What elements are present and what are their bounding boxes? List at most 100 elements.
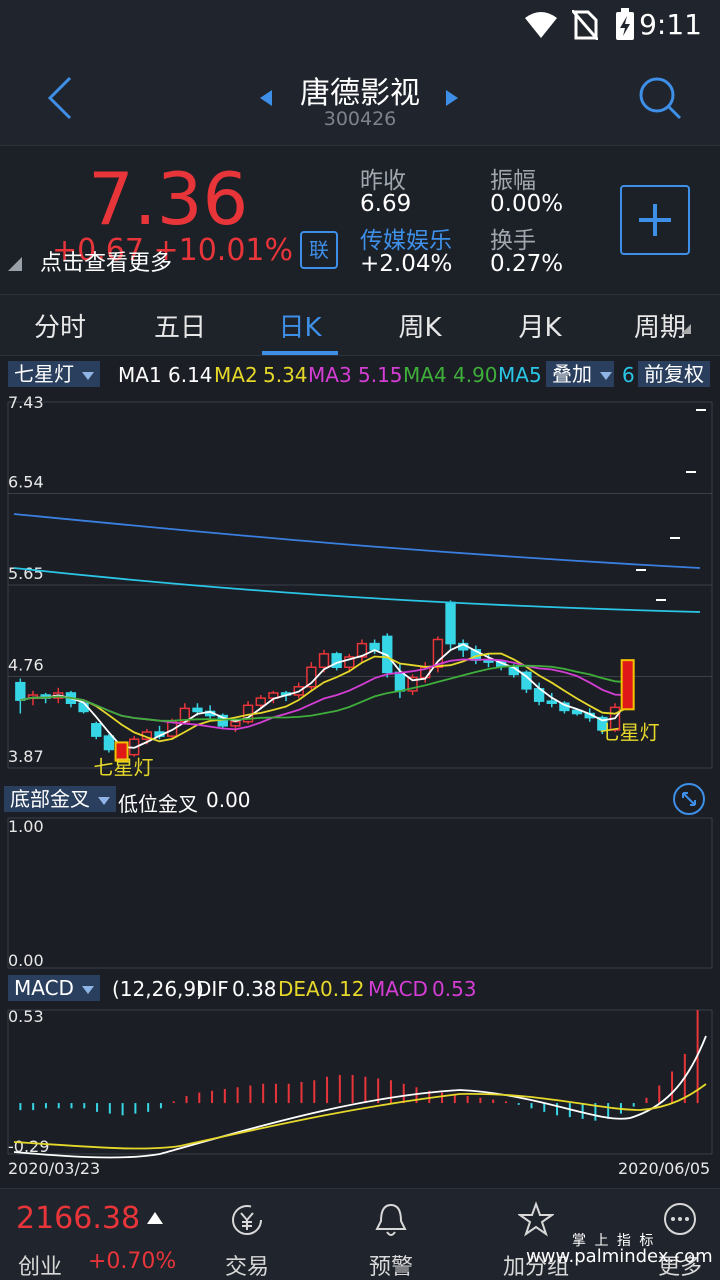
macd-params: (12,26,9) (112, 977, 204, 1001)
turnover-label: 换手 (490, 228, 536, 254)
y-tick-label: 3.87 (8, 747, 44, 766)
tab-intraday[interactable]: 分时 (0, 307, 120, 344)
nav-alert[interactable]: 预警 (341, 1249, 441, 1280)
amplitude-label: 振幅 (490, 168, 536, 194)
overlay-dropdown[interactable]: 叠加 (546, 361, 614, 387)
dropdown-arrow-icon (81, 985, 94, 994)
candle (394, 671, 406, 692)
main-indicator-name: 七星灯 (14, 362, 74, 386)
dif-value: 0.38 (232, 977, 277, 1001)
main-indicator-bar: 七星灯 MA1 6.14 MA2 5.34 MA3 5.15 MA4 4.90 … (0, 358, 720, 392)
y-tick-label: 0.00 (8, 951, 44, 970)
candle (369, 642, 380, 651)
sub1-indicator-bar: 底部金叉 低位金叉 0.00 (0, 782, 720, 816)
plus-icon (639, 204, 671, 236)
y-tick-label: 5.65 (8, 564, 44, 583)
candle (255, 697, 266, 707)
tab-period[interactable]: 周期 (600, 307, 720, 344)
macd-name: MACD (14, 976, 74, 1000)
stock-code: 300426 (323, 108, 397, 130)
dea-value: 0.12 (320, 977, 365, 1001)
ma1-label: MA1 (118, 363, 162, 387)
no-sim-icon (572, 10, 598, 40)
signal-marker (620, 659, 635, 711)
y-tick-label: 4.76 (8, 656, 44, 675)
plot-frame (7, 817, 713, 969)
dea-label: DEA (278, 977, 320, 1001)
candle (546, 700, 557, 704)
macd-indicator-bar: MACD (12,26,9) DIF 0.38 DEA 0.12 MACD 0.… (0, 972, 720, 1006)
add-watchlist-button[interactable] (620, 185, 690, 255)
ma4-label: MA4 (403, 363, 447, 387)
ma5-label: MA5 (498, 363, 542, 387)
related-button[interactable]: 联 (300, 231, 338, 269)
candle (91, 723, 102, 737)
ma5-line (13, 567, 701, 613)
index-change: +0.70% (88, 1249, 177, 1274)
active-tab-indicator (262, 351, 338, 355)
see-more-link[interactable]: 点击查看更多 (40, 245, 172, 277)
more-icon[interactable] (662, 1201, 698, 1237)
amplitude-value: 0.00% (490, 191, 564, 217)
main-indicator-dropdown[interactable]: 七星灯 (8, 361, 100, 387)
quote-panel: 7.36 +0.67 +10.01% 点击查看更多 联 昨收 6.69 传媒娱乐… (0, 147, 720, 293)
macd-dropdown[interactable]: MACD (8, 975, 100, 1001)
ma6-line (13, 513, 701, 569)
candle (318, 653, 330, 668)
signal-label: 七星灯 (94, 756, 154, 778)
watermark-url: www.palmindex.com (526, 1246, 713, 1267)
bell-icon[interactable] (374, 1201, 408, 1239)
sub1-indicator-dropdown[interactable]: 底部金叉 (4, 786, 116, 812)
battery-charging-icon (616, 8, 634, 40)
plot-frame (7, 1009, 713, 1155)
candle (15, 681, 26, 701)
search-icon[interactable] (636, 74, 684, 122)
star-icon[interactable] (518, 1201, 554, 1237)
y-tick-label: 7.43 (8, 393, 44, 412)
stock-name: 唐德影视 (300, 76, 420, 111)
ma1-value: 6.14 (168, 363, 213, 387)
dropdown-arrow-icon (600, 371, 612, 380)
nav-trade[interactable]: 交易 (197, 1249, 297, 1280)
corner-triangle-icon (8, 257, 22, 271)
candle (230, 720, 241, 727)
candle (103, 735, 115, 751)
ma3-label: MA3 (308, 363, 352, 387)
app-header: 唐德影视 300426 (0, 50, 720, 146)
index-name: 创业 (18, 1255, 63, 1280)
sub1-indicator-name: 底部金叉 (10, 787, 90, 811)
current-price: 7.36 (88, 157, 249, 241)
ma4-value: 4.90 (453, 363, 498, 387)
x-tick-label: 2020/06/05 (618, 1159, 710, 1178)
tab-monthly-k[interactable]: 月K (480, 307, 600, 344)
candlestick-chart[interactable]: 7.436.545.654.763.87 七星灯七星灯 (0, 392, 720, 778)
tab-five-day[interactable]: 五日 (120, 307, 240, 344)
turnover-value: 0.27% (490, 251, 564, 277)
overlay-label: 叠加 (552, 362, 592, 386)
adjust-button[interactable]: 前复权 (638, 361, 710, 387)
dif-line (13, 1035, 707, 1159)
wifi-icon (525, 12, 557, 38)
sector-label[interactable]: 传媒娱乐 (360, 221, 452, 255)
overlay-suffix: 6 (622, 363, 635, 387)
tab-weekly-k[interactable]: 周K (360, 307, 480, 344)
clock: 9:11 (639, 8, 702, 41)
up-arrow-icon (147, 1212, 163, 1224)
prev-close-label: 昨收 (360, 168, 406, 194)
index-value[interactable]: 2166.38 (16, 1201, 140, 1236)
ma2-value: 5.34 (263, 363, 308, 387)
expand-icon[interactable] (672, 782, 706, 816)
ma3-value: 5.15 (358, 363, 403, 387)
next-stock-icon[interactable] (444, 88, 460, 108)
sub1-label: 低位金叉 (118, 792, 198, 816)
macd-value: 0.53 (432, 977, 477, 1001)
trade-icon[interactable] (230, 1203, 264, 1237)
macd-chart: 0.53-0.292020/03/23 2020/06/05 (7, 1007, 713, 1178)
tab-daily-k[interactable]: 日K (240, 307, 360, 344)
y-tick-label: 0.53 (8, 1007, 44, 1026)
dropdown-arrow-icon (82, 371, 94, 380)
candle (445, 601, 456, 645)
x-tick-label: 2020/03/23 (8, 1159, 100, 1178)
y-tick-label: 6.54 (8, 473, 44, 492)
sub1-value: 0.00 (206, 788, 251, 812)
